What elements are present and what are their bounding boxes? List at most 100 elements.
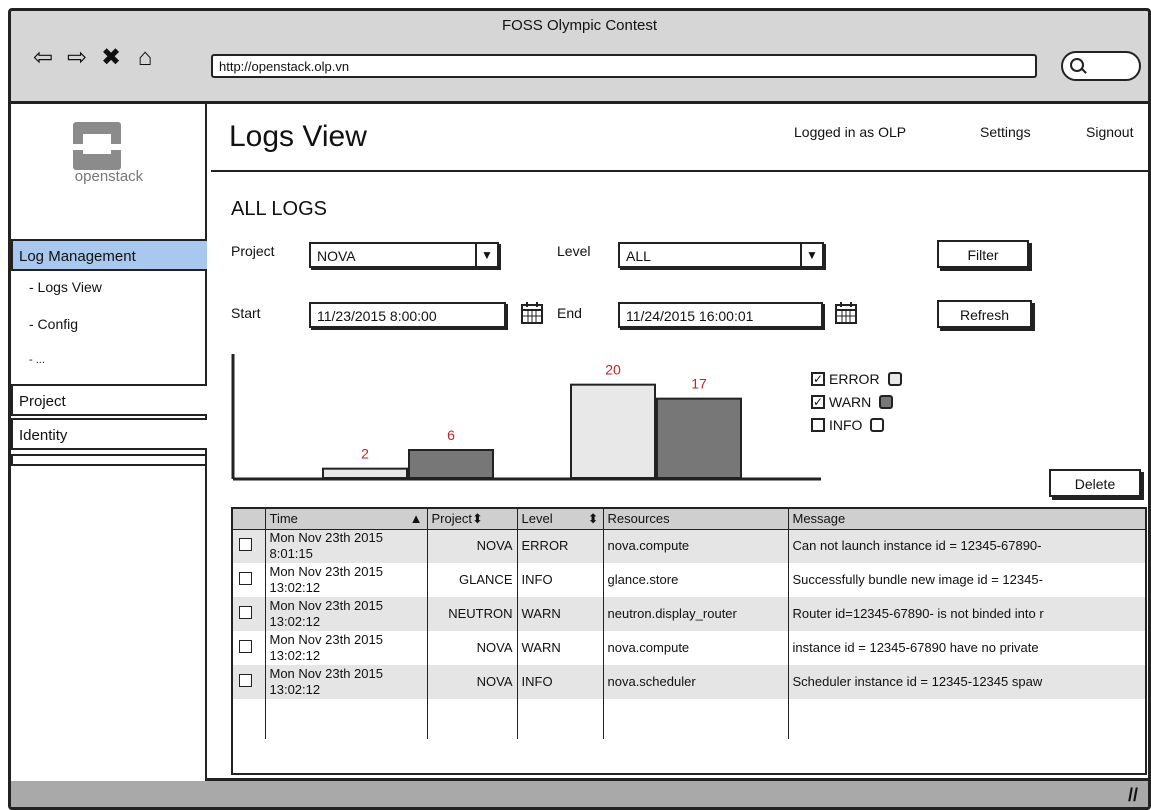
level-select[interactable]: ALL ▼ <box>618 242 824 268</box>
table-row[interactable]: Mon Nov 23th 2015 13:02:12 GLANCE INFO g… <box>233 563 1145 597</box>
sort-both-icon[interactable]: ⬍ <box>588 511 599 527</box>
bar-warn-0 <box>408 449 494 479</box>
sidebar-divider <box>11 454 207 466</box>
forward-arrow-icon[interactable]: ⇨ <box>63 45 91 71</box>
cell-resource: nova.compute <box>603 631 789 665</box>
sidebar: openstack Log Management - Logs View - C… <box>11 104 207 781</box>
back-arrow-icon[interactable]: ⇦ <box>29 45 57 71</box>
table-row[interactable]: Mon Nov 23th 2015 13:02:12 NOVA INFO nov… <box>233 665 1145 699</box>
row-checkbox[interactable] <box>239 673 252 687</box>
sidebar-subitem-config[interactable]: - Config <box>29 316 78 332</box>
cell-time: Mon Nov 23th 2015 8:01:15 <box>265 529 428 563</box>
url-bar[interactable]: http://openstack.olp.vn <box>211 54 1037 78</box>
close-icon[interactable]: ✖ <box>97 45 125 71</box>
status-bar: // <box>11 781 1148 807</box>
row-checkbox[interactable] <box>239 537 252 551</box>
legend-swatch <box>879 395 894 409</box>
project-select[interactable]: NOVA ▼ <box>309 242 499 268</box>
checkbox-icon[interactable] <box>811 418 825 432</box>
cell-message: Successfully bundle new image id = 12345… <box>792 572 1043 587</box>
row-checkbox[interactable] <box>239 605 252 619</box>
window-title: FOSS Olympic Contest <box>501 17 658 34</box>
bar-error-0 <box>322 467 408 479</box>
filter-button[interactable]: Filter <box>937 240 1029 268</box>
checkbox-checked-icon[interactable]: ✓ <box>811 395 825 409</box>
openstack-logo <box>61 120 151 200</box>
log-level-bar-chart: 2 20 6 17 <box>231 354 821 481</box>
cell-resource: nova.scheduler <box>603 665 789 699</box>
chevron-down-icon[interactable]: ▼ <box>475 244 497 266</box>
sidebar-item-project[interactable]: Project <box>11 384 207 416</box>
table-row[interactable]: Mon Nov 23th 2015 13:02:12 NEUTRON WARN … <box>233 597 1145 631</box>
calendar-icon[interactable] <box>520 301 544 325</box>
level-label: Level <box>557 243 591 259</box>
cell-resource: neutron.display_router <box>603 597 789 631</box>
sidebar-subitem-more[interactable]: - ... <box>29 354 45 366</box>
settings-link[interactable]: Settings <box>980 124 1031 140</box>
sidebar-item-log-management[interactable]: Log Management <box>11 239 207 271</box>
row-checkbox[interactable] <box>239 571 252 585</box>
logged-in-label: Logged in as OLP <box>794 124 907 140</box>
bar-error-1 <box>570 383 656 480</box>
cell-level: WARN <box>517 597 604 631</box>
sort-both-icon[interactable]: ⬍ <box>472 511 483 526</box>
legend-item-warn[interactable]: ✓ WARN <box>811 394 894 410</box>
content-area: openstack Log Management - Logs View - C… <box>11 101 1148 781</box>
cell-project: GLANCE <box>427 563 518 597</box>
chevron-down-icon[interactable]: ▼ <box>800 244 822 266</box>
cell-message: Can not launch instance id = 12345-67890… <box>788 529 1145 563</box>
sidebar-subitem-logs-view[interactable]: - Logs View <box>29 279 102 295</box>
end-label: End <box>557 305 582 321</box>
legend-label: WARN <box>829 394 872 410</box>
section-title: ALL LOGS <box>231 198 327 220</box>
project-select-value: NOVA <box>317 248 356 264</box>
column-project[interactable]: Project⬍ <box>427 509 518 530</box>
legend-swatch <box>887 372 902 386</box>
cell-resource: glance.store <box>603 563 789 597</box>
column-message[interactable]: Message <box>788 509 1145 530</box>
resize-grip-icon[interactable]: // <box>1128 785 1138 806</box>
calendar-icon[interactable] <box>834 301 858 325</box>
cell-time: Mon Nov 23th 2015 13:02:12 <box>265 665 428 699</box>
cell-project: NEUTRON <box>427 597 518 631</box>
search-icon <box>1070 58 1084 72</box>
cell-time: Mon Nov 23th 2015 13:02:12 <box>265 563 428 597</box>
home-icon[interactable]: ⌂ <box>131 45 159 71</box>
logo-text: openstack <box>74 168 144 185</box>
logs-table: Time ▲ Project⬍ Level ⬍ Resources Message … <box>231 507 1147 775</box>
cell-message: Router id=12345-67890- is not binded int… <box>788 597 1145 631</box>
end-date-input[interactable]: 11/24/2015 16:00:01 <box>618 302 823 328</box>
bar-value-label: 20 <box>605 362 621 378</box>
legend-swatch <box>870 418 885 432</box>
cell-level: INFO <box>517 665 604 699</box>
refresh-button[interactable]: Refresh <box>937 300 1032 328</box>
checkbox-checked-icon[interactable]: ✓ <box>811 372 825 386</box>
bar-value-label: 2 <box>361 446 369 462</box>
browser-window: FOSS Olympic Contest ⇦ ⇨ ✖ ⌂ http://open… <box>8 8 1151 810</box>
bar-value-label: 6 <box>447 427 455 443</box>
delete-button[interactable]: Delete <box>1049 469 1141 497</box>
cell-project: NOVA <box>427 529 518 563</box>
row-checkbox[interactable] <box>239 639 252 653</box>
signout-link[interactable]: Signout <box>1086 124 1133 140</box>
sort-asc-icon[interactable]: ▲ <box>410 511 423 526</box>
table-row[interactable]: Mon Nov 23th 2015 8:01:15 NOVA ERROR nov… <box>233 529 1145 563</box>
project-label: Project <box>231 243 275 259</box>
cell-time: Mon Nov 23th 2015 13:02:12 <box>265 631 428 665</box>
column-level[interactable]: Level ⬍ <box>517 509 604 530</box>
legend-item-error[interactable]: ✓ ERROR <box>811 371 902 387</box>
legend-item-info[interactable]: INFO <box>811 417 885 433</box>
column-time[interactable]: Time ▲ <box>265 509 428 530</box>
sidebar-item-identity[interactable]: Identity <box>11 418 207 450</box>
table-row[interactable]: Mon Nov 23th 2015 13:02:12 NOVA WARN nov… <box>233 631 1145 665</box>
legend-label: INFO <box>829 417 863 433</box>
column-resources[interactable]: Resources <box>603 509 789 530</box>
header-select <box>233 509 266 530</box>
browser-search[interactable] <box>1061 51 1141 81</box>
start-date-input[interactable]: 11/23/2015 8:00:00 <box>309 302 506 328</box>
main-panel: Logs View Logged in as OLP Settings Sign… <box>211 104 1148 781</box>
cell-message: Scheduler instance id = 12345-12345 spaw <box>788 665 1145 699</box>
cell-project: NOVA <box>427 631 518 665</box>
cell-level: WARN <box>517 631 604 665</box>
level-select-value: ALL <box>626 248 651 264</box>
